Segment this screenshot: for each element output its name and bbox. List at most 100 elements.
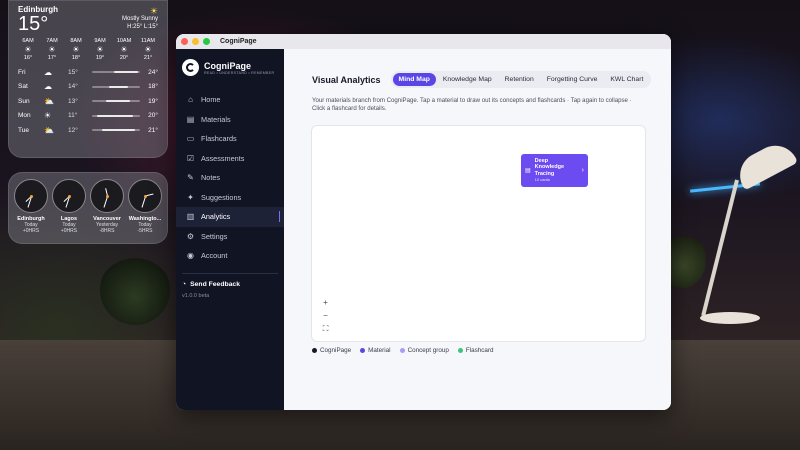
world-clock[interactable]: Edinburgh Today +0HRS [13, 179, 49, 243]
temperature-range-bar [92, 85, 140, 88]
close-window-button[interactable] [181, 38, 188, 45]
flashcard-icon: ▭ [186, 134, 195, 144]
temperature-range-fill [108, 85, 128, 88]
material-node[interactable]: ▤ Deep Knowledge Tracing 10 cards › [521, 154, 588, 187]
lightbulb-icon: ✦ [187, 192, 194, 202]
legend-item: CogniPage [312, 347, 351, 354]
legend-item: Concept group [399, 347, 449, 354]
window-title: CogniPage [220, 38, 257, 45]
forecast-temp: 19° [95, 55, 105, 61]
document-icon: ▤ [186, 114, 195, 124]
world-clock-widget[interactable]: Edinburgh Today +0HRS Lagos Today +0HRS Vancou… [8, 172, 168, 244]
sidebar-item-label: Materials [201, 114, 231, 124]
world-clock[interactable]: Washingto... Today -5HRS [127, 179, 163, 243]
minimize-window-button[interactable] [192, 38, 199, 45]
weather-high-low: H:25° L:15° [127, 24, 158, 30]
tab-knowledge-map[interactable]: Knowledge Map [437, 73, 498, 86]
sidebar-item-analytics[interactable]: ▥ Analytics [176, 207, 284, 227]
forecast-temp: 17° [47, 55, 57, 61]
brand[interactable]: CogniPage READ • UNDERSTAND • REMEMBER [176, 49, 284, 84]
daily-forecast-row: Mon ☀ 11° 20° [18, 109, 158, 124]
zoom-in-button[interactable]: + [320, 297, 331, 308]
hourly-forecast-item: 7AM ☀ 17° [42, 38, 62, 61]
legend-label: Concept group [407, 347, 449, 354]
daily-forecast: Fri ☁ 15° 24° Sat ☁ 14° 18° Sun ⛅ 13° 19° Mon ☀ 11° 20°… [18, 65, 158, 138]
forecast-low: 11° [68, 112, 78, 120]
forecast-temp: 21° [143, 55, 153, 61]
material-node-label: Deep Knowledge Tracing 10 cards [535, 158, 575, 184]
temperature-range-fill [101, 129, 136, 132]
main-content: Visual Analytics Mind Map Knowledge Map Re… [284, 49, 671, 410]
forecast-low: 12° [68, 126, 78, 134]
legend-dot-icon [312, 348, 317, 353]
legend-label: CogniPage [320, 347, 352, 354]
mind-map-canvas[interactable]: ▤ Deep Knowledge Tracing 10 cards › + − … [311, 125, 646, 342]
plant [100, 255, 170, 325]
gear-icon: ⚙ [186, 231, 195, 241]
weather-condition: Mostly Sunny [121, 16, 158, 22]
hourly-forecast-item: 10AM ☀ 20° [114, 38, 134, 61]
partly-cloudy-icon: ⛅ [44, 96, 54, 106]
clock-offset: +0HRS [60, 228, 78, 234]
cloud-icon: ☁ [44, 67, 52, 77]
forecast-temp: 16° [23, 55, 33, 61]
temperature-range-bar [92, 100, 140, 103]
forecast-temp: 20° [119, 55, 129, 61]
legend-item: Material [360, 347, 391, 354]
world-clock[interactable]: Vancouver Yesterday -8HRS [89, 179, 125, 243]
desk-lamp-head [731, 137, 799, 191]
daily-forecast-row: Sat ☁ 14° 18° [18, 80, 158, 95]
pencil-icon: ✎ [187, 173, 194, 183]
assessment-icon: ☑ [186, 153, 195, 163]
zoom-controls: + − ⛶ [320, 297, 331, 334]
sidebar-item-label: Suggestions [201, 192, 242, 202]
maximize-window-button[interactable] [203, 38, 210, 45]
sidebar-item-account[interactable]: ◉ Account [176, 246, 284, 266]
temperature-range-bar [92, 129, 140, 132]
sun-icon: ☀ [149, 6, 158, 16]
forecast-day: Sun [18, 97, 30, 105]
forecast-day: Tue [18, 126, 29, 134]
sidebar-item-settings[interactable]: ⚙ Settings [176, 227, 284, 247]
forecast-day: Sat [18, 83, 28, 91]
brand-name: CogniPage [204, 60, 252, 71]
zoom-out-button[interactable]: − [320, 310, 331, 321]
material-node-card-count: 10 cards [534, 177, 551, 182]
clock-face-icon [90, 179, 124, 213]
sidebar-item-notes[interactable]: ✎ Notes [176, 168, 284, 188]
sidebar-item-flashcards[interactable]: ▭ Flashcards [176, 129, 284, 149]
temperature-range-fill [96, 114, 133, 117]
clock-face-icon [14, 179, 48, 213]
hourly-forecast: 6AM ☀ 16° 7AM ☀ 17° 8AM ☀ 18° 9AM ☀ 19° 10AM ☀ 20° 11AM… [18, 38, 158, 61]
sidebar-divider [182, 272, 278, 274]
fit-view-button[interactable]: ⛶ [320, 323, 331, 334]
forecast-high: 21° [148, 126, 158, 134]
send-feedback-label: Send Feedback [190, 280, 240, 288]
weather-widget[interactable]: Edinburgh 15° ☀ Mostly Sunny H:25° L:15°… [8, 0, 168, 158]
mind-map-legend: CogniPage Material Concept group Flashcard [312, 347, 494, 354]
clock-offset: -5HRS [137, 228, 153, 234]
sidebar: CogniPage READ • UNDERSTAND • REMEMBER ⌂… [176, 49, 284, 410]
tab-mind-map[interactable]: Mind Map [392, 73, 436, 86]
tab-retention[interactable]: Retention [499, 73, 540, 86]
sidebar-item-materials[interactable]: ▤ Materials [176, 110, 284, 130]
send-feedback-button[interactable]: ◔ Send Feedback [176, 281, 284, 288]
tab-kwl-chart[interactable]: KWL Chart [604, 73, 649, 86]
sidebar-item-label: Settings [201, 231, 228, 241]
chart-icon: ▥ [186, 212, 195, 222]
sidebar-item-label: Notes [201, 173, 221, 183]
cognipage-logo-icon [182, 59, 199, 76]
world-clock[interactable]: Lagos Today +0HRS [51, 179, 87, 243]
legend-dot-icon [360, 348, 366, 353]
sidebar-item-suggestions[interactable]: ✦ Suggestions [176, 188, 284, 208]
desk-lamp-base [700, 312, 760, 324]
clock-center [68, 195, 71, 198]
feedback-icon: ◔ [182, 280, 187, 288]
sidebar-item-assessments[interactable]: ☑ Assessments [176, 149, 284, 169]
daily-forecast-row: Sun ⛅ 13° 19° [18, 94, 158, 109]
forecast-low: 15° [68, 68, 78, 76]
document-icon: ▤ [525, 168, 531, 174]
sidebar-item-home[interactable]: ⌂ Home [176, 90, 284, 110]
temperature-range-bar [92, 71, 140, 74]
tab-forgetting-curve[interactable]: Forgetting Curve [541, 73, 604, 86]
